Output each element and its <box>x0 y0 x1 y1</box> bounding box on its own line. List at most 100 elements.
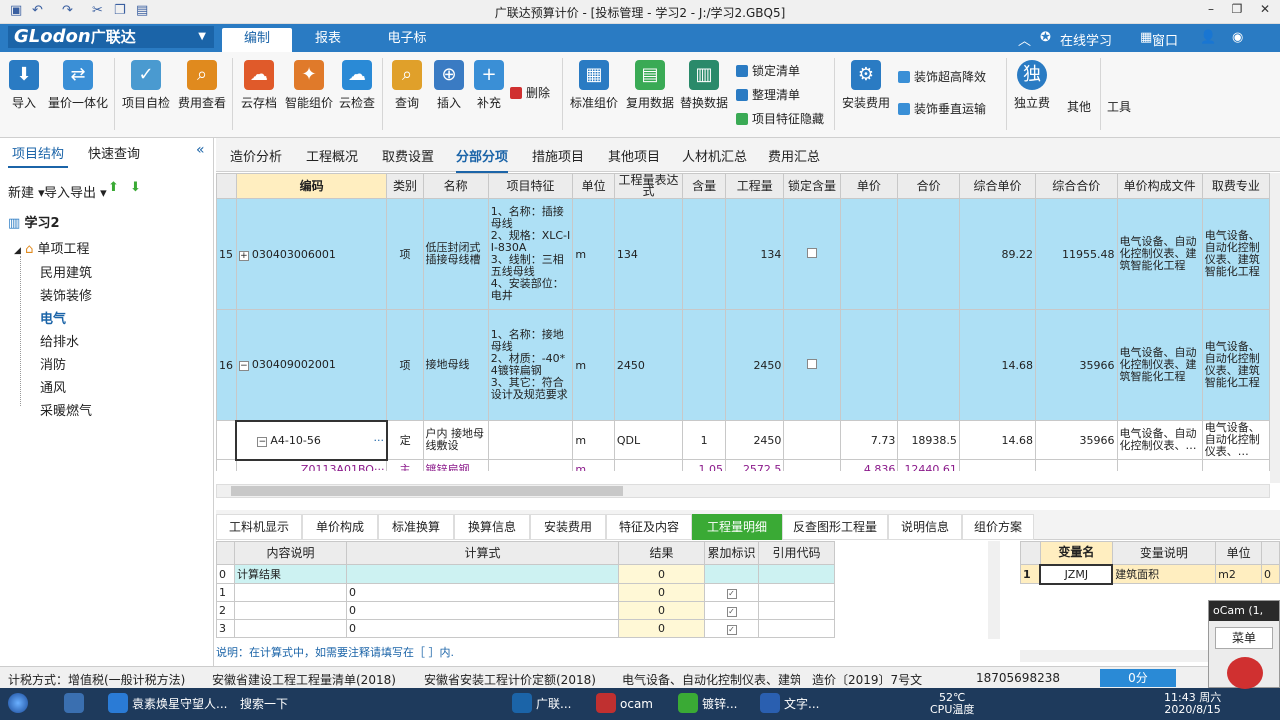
tab-0[interactable]: 造价分析 <box>230 146 282 165</box>
grid-cell[interactable]: 1.05 <box>682 459 726 471</box>
grid-cell[interactable] <box>783 420 841 460</box>
material-row[interactable]: Z0113A01BO··· 主镀锌扁钢 m 1.05 2572.5 4.836 12440.… <box>216 459 1270 471</box>
lock-cell[interactable] <box>783 198 841 310</box>
detail-tab-4[interactable]: 安装费用 <box>530 514 606 540</box>
grid-cell[interactable] <box>1116 459 1203 471</box>
supplement-button[interactable]: + 补充 <box>472 60 506 111</box>
grid-cell[interactable] <box>783 459 841 471</box>
online-learning-link[interactable]: 在线学习 <box>1060 30 1112 49</box>
col-header[interactable]: 类别 <box>386 173 424 199</box>
tab-1[interactable]: 工程概况 <box>306 146 358 165</box>
tree-item[interactable]: 电气 <box>40 308 66 327</box>
tab-4[interactable]: 措施项目 <box>532 146 584 165</box>
taskbar-search[interactable]: 搜索一下 <box>240 692 288 716</box>
grid-cell[interactable] <box>613 459 684 471</box>
grid-cell[interactable]: 户内 接地母线敷设 <box>422 420 489 460</box>
record-icon[interactable] <box>1227 657 1263 689</box>
code-cell[interactable]: +030403006001 <box>235 198 388 310</box>
tree-item[interactable]: 装饰装修 <box>40 285 92 304</box>
import-export-button[interactable]: 导入导出 ▾ <box>44 182 107 201</box>
score-badge[interactable]: 0分 <box>1100 669 1176 687</box>
calc-desc[interactable] <box>234 601 347 620</box>
grid-cell[interactable]: 4.836 <box>839 459 899 471</box>
col-header[interactable]: 工程量表达式 <box>613 173 684 199</box>
grid-cell[interactable]: 18938.5 <box>897 420 960 460</box>
calc-ref[interactable] <box>758 583 835 602</box>
quota-code-cell[interactable]: − A4-10-56 ··· <box>235 419 388 461</box>
scroll-thumb[interactable] <box>231 486 623 496</box>
move-down-icon[interactable]: ⬇ <box>130 180 141 195</box>
cloud-save-button[interactable]: ☁ 云存档 <box>240 60 278 111</box>
move-up-icon[interactable]: ⬆ <box>108 180 119 195</box>
col-header[interactable]: 单价 <box>839 173 899 199</box>
grid-cell[interactable] <box>1201 459 1270 471</box>
close-icon[interactable]: ✕ <box>1254 2 1276 20</box>
accumulate-checkbox[interactable]: ✓ <box>726 589 737 599</box>
tree-item[interactable]: 采暖燃气 <box>40 400 92 419</box>
taskbar-app-icon[interactable] <box>64 692 88 716</box>
calc-accumulate[interactable]: ✓ <box>704 583 759 602</box>
grid-cell[interactable]: 1、名称：插接母线 2、规格：XLC-II-830A 3、线制：三相五线母线 4… <box>487 198 574 310</box>
tab-quick-query[interactable]: 快速查询 <box>84 142 144 168</box>
query-button[interactable]: ⌕ 查询 <box>390 60 424 111</box>
calc-col-header[interactable]: 引用代码 <box>758 541 835 565</box>
more-icon[interactable]: ··· <box>373 434 384 447</box>
grid-cell[interactable] <box>897 198 960 310</box>
detail-tab-9[interactable]: 组价方案 <box>962 514 1034 540</box>
col-header[interactable]: 工程量 <box>724 173 785 199</box>
var-name[interactable]: JZMJ <box>1039 563 1114 585</box>
grid-cell[interactable] <box>682 198 726 310</box>
quota-row[interactable]: − A4-10-56 ··· 定户内 接地母线敷设 m QDL 1 2450 7.73 18938… <box>216 419 1270 461</box>
grid-cell[interactable]: QDL <box>613 420 684 460</box>
grid-cell[interactable]: 电气设备、自动化控制仪表、建筑智能化工程 <box>1116 198 1203 310</box>
calc-expr[interactable]: 0 <box>346 619 619 638</box>
grid-cell[interactable]: 2450 <box>724 420 785 460</box>
tab-3[interactable]: 分部分项 <box>456 146 509 173</box>
grid-cell[interactable]: 14.68 <box>958 309 1036 421</box>
taskbar-doc[interactable]: 镀锌... <box>678 692 737 716</box>
grid-cell[interactable]: 电气设备、自动化控制仪表、建筑智能化工程 <box>1116 309 1203 421</box>
vars-col-header[interactable]: 单位 <box>1215 541 1263 565</box>
grid-cell[interactable] <box>487 459 574 471</box>
grid-cell[interactable] <box>1034 459 1118 471</box>
lock-cell[interactable] <box>783 309 841 421</box>
project-node[interactable]: ▥ 学习2 <box>8 212 59 231</box>
col-header[interactable]: 合价 <box>897 173 960 199</box>
reuse-data-button[interactable]: ▤ 复用数据 <box>626 60 674 111</box>
taskbar-word[interactable]: 文字... <box>760 692 819 716</box>
grid-cell[interactable] <box>682 309 726 421</box>
calc-ref[interactable] <box>758 564 835 584</box>
grid-cell[interactable]: 14.68 <box>958 420 1036 460</box>
deco-reduce-button[interactable]: 装饰超高降效 <box>898 68 986 85</box>
grid-cell[interactable]: 35966 <box>1034 309 1118 421</box>
detail-tab-7[interactable]: 反查图形工程量 <box>782 514 888 540</box>
grid-cell[interactable]: 134 <box>613 198 684 310</box>
taskbar-ocam[interactable]: ocam <box>596 692 653 716</box>
vars-col-header[interactable]: 变量名 <box>1039 541 1113 565</box>
col-header[interactable]: 名称 <box>422 173 489 199</box>
grid-cell[interactable] <box>958 459 1036 471</box>
hide-feature-button[interactable]: 项目特征隐藏 <box>736 110 824 127</box>
grid-cell[interactable]: 2450 <box>724 309 785 421</box>
replace-data-button[interactable]: ▥ 替换数据 <box>680 60 728 111</box>
grid-cell[interactable]: 7.73 <box>839 420 899 460</box>
tab-7[interactable]: 费用汇总 <box>768 146 820 165</box>
new-button[interactable]: 新建 ▾ <box>8 182 45 201</box>
taskbar-browser[interactable]: 袁素焕星守望人... <box>108 692 234 716</box>
table-row[interactable]: 15 +030403006001 项低压封闭式插接母线槽 1、名称：插接母线 2、规格… <box>216 198 1270 310</box>
delete-button[interactable]: 删除 <box>510 84 550 101</box>
tab-6[interactable]: 人材机汇总 <box>682 146 747 165</box>
grid-cell[interactable]: 2572.5 <box>724 459 785 471</box>
grid-cell[interactable] <box>487 420 574 460</box>
tab-5[interactable]: 其他项目 <box>608 146 660 165</box>
grid-cell[interactable]: 89.22 <box>958 198 1036 310</box>
grid-cell[interactable]: 1 <box>682 420 726 460</box>
calc-desc[interactable] <box>234 583 347 602</box>
minimize-icon[interactable]: – <box>1200 2 1222 20</box>
independent-fee-button[interactable]: 独独立费 <box>1014 60 1050 111</box>
grid-cell[interactable]: m <box>572 309 615 421</box>
grid-cell[interactable]: 镀锌扁钢 <box>422 459 489 471</box>
vars-col-header[interactable]: 变量说明 <box>1111 541 1217 565</box>
calc-col-header[interactable]: 累加标识 <box>704 541 759 565</box>
taskbar-glodon[interactable]: 广联... <box>512 692 571 716</box>
